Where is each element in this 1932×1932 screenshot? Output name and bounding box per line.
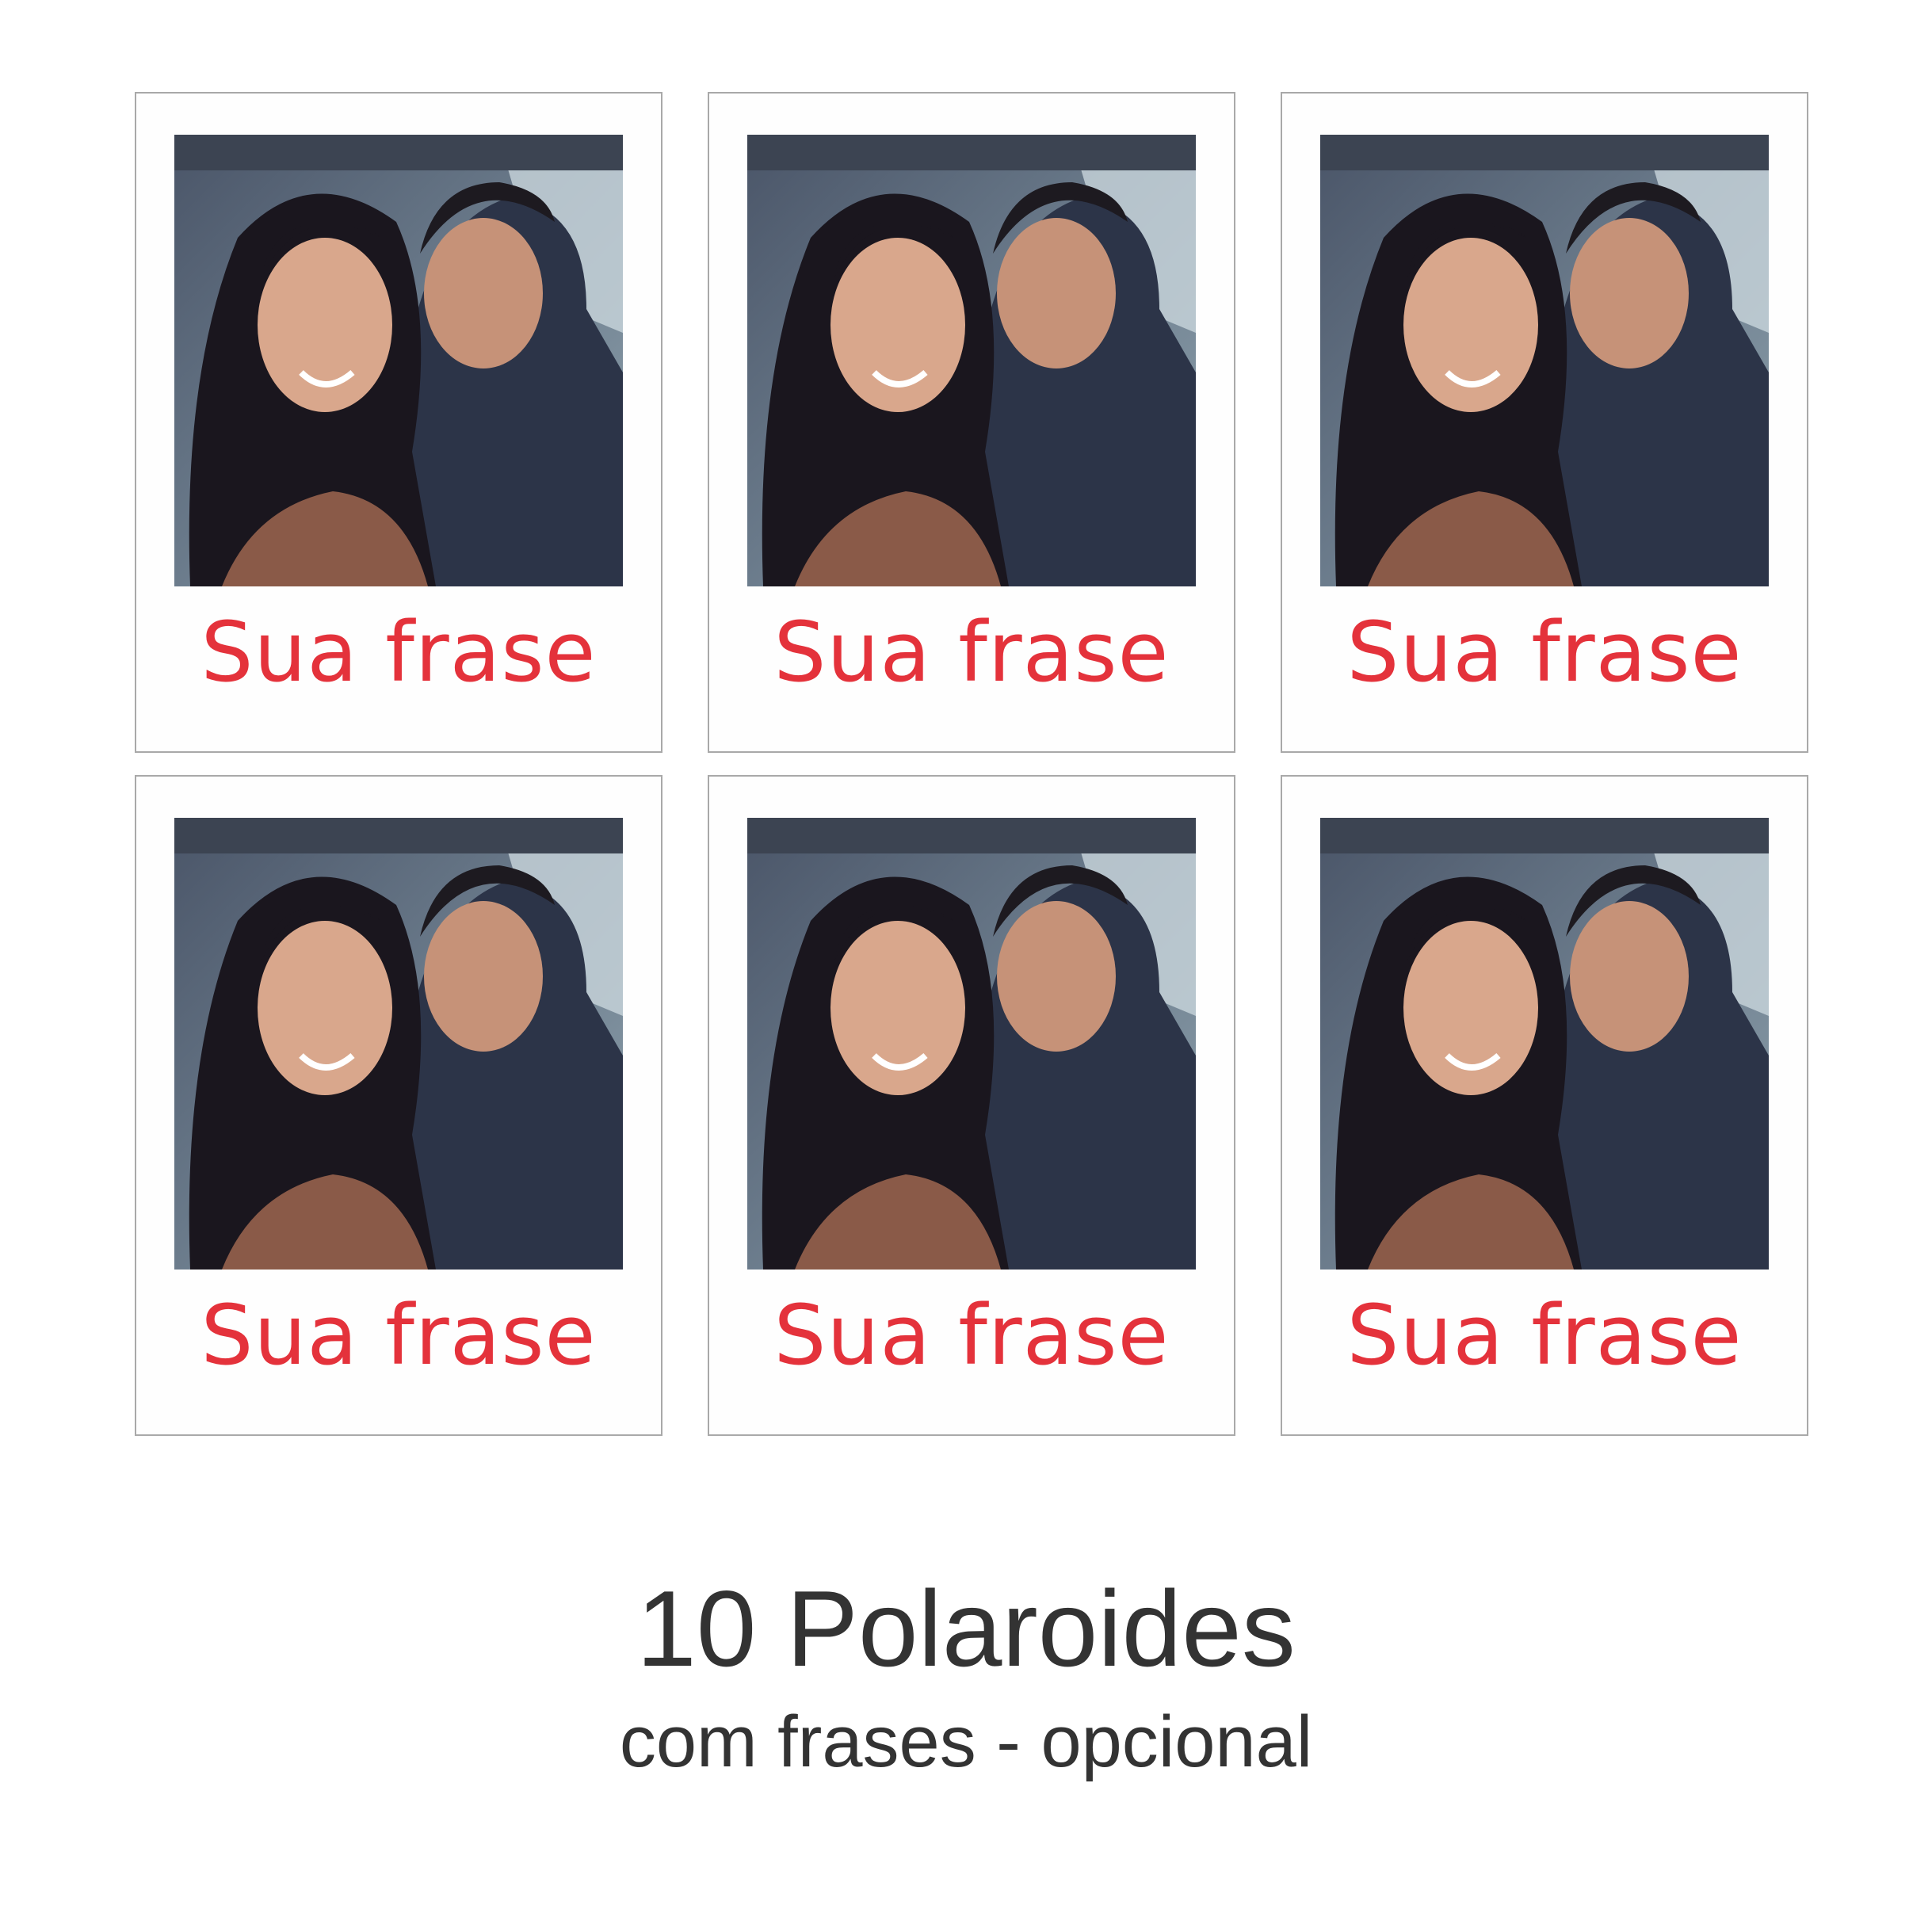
polaroid-card-6: Sua frase [1281,775,1808,1436]
couple-photo [747,135,1196,586]
product-title: 10 Polaroides [636,1568,1296,1689]
couple-photo [174,135,623,586]
caption-text: Sua frase [773,1287,1170,1384]
caption-text: Sua frase [200,604,597,701]
polaroid-card-3: Sua frase [1281,92,1808,753]
couple-photo [1320,135,1769,586]
polaroid-card-1: Sua frase [135,92,662,753]
caption-text: Sua frase [1346,1287,1743,1384]
couple-photo [747,818,1196,1270]
couple-photo [174,818,623,1270]
polaroid-card-2: Sua frase [708,92,1235,753]
polaroid-card-5: Sua frase [708,775,1235,1436]
product-subtitle: com frases - opcional [619,1701,1313,1782]
polaroid-card-4: Sua frase [135,775,662,1436]
caption-text: Sua frase [1346,604,1743,701]
caption-text: Sua frase [773,604,1170,701]
couple-photo [1320,818,1769,1270]
polaroid-grid: Sua frase Sua frase Sua frase Sua frase … [135,92,1808,1436]
caption-text: Sua frase [200,1287,597,1384]
